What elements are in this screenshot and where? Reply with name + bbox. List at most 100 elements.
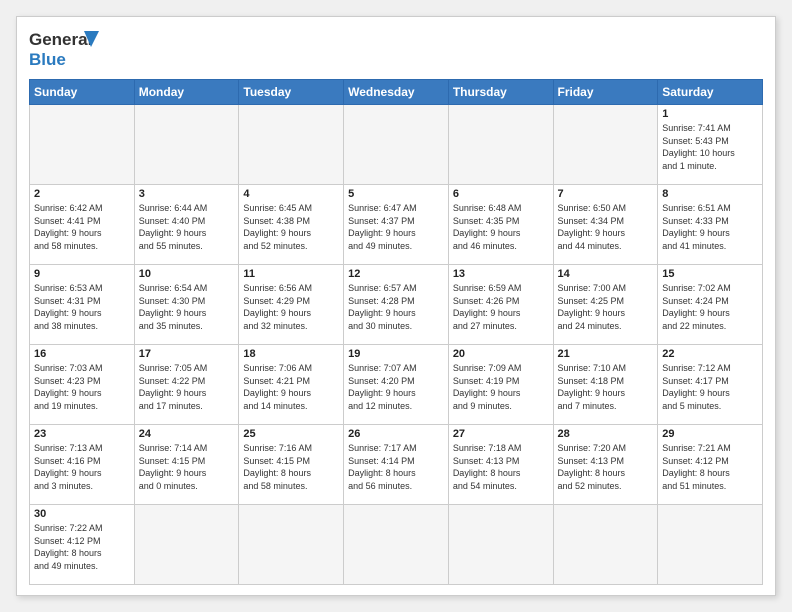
calendar-week-row: 1 Sunrise: 7:41 AM Sunset: 5:43 PM Daylig…	[30, 105, 763, 185]
day-number: 1	[662, 108, 758, 120]
calendar-cell: 10 Sunrise: 6:54 AM Sunset: 4:30 PM Dayli…	[134, 265, 239, 345]
calendar-cell: 19Sunrise: 7:07 AM Sunset: 4:20 PM Dayli…	[344, 345, 449, 425]
day-number: 3	[139, 188, 235, 200]
day-info: Sunrise: 6:57 AM Sunset: 4:28 PM Dayligh…	[348, 282, 444, 332]
header-section: GeneralBlue	[29, 27, 763, 71]
day-number: 18	[243, 348, 339, 360]
day-info: Sunrise: 7:02 AM Sunset: 4:24 PM Dayligh…	[662, 282, 758, 332]
day-number: 8	[662, 188, 758, 200]
day-number: 24	[139, 428, 235, 440]
calendar-cell	[239, 505, 344, 585]
day-number: 11	[243, 268, 339, 280]
day-info: Sunrise: 6:59 AM Sunset: 4:26 PM Dayligh…	[453, 282, 549, 332]
day-number: 14	[558, 268, 654, 280]
weekday-header-monday: Monday	[134, 80, 239, 105]
day-number: 4	[243, 188, 339, 200]
day-info: Sunrise: 7:17 AM Sunset: 4:14 PM Dayligh…	[348, 442, 444, 492]
day-info: Sunrise: 7:41 AM Sunset: 5:43 PM Dayligh…	[662, 122, 758, 172]
calendar-cell: 24Sunrise: 7:14 AM Sunset: 4:15 PM Dayli…	[134, 425, 239, 505]
calendar-table: SundayMondayTuesdayWednesdayThursdayFrid…	[29, 79, 763, 585]
day-info: Sunrise: 7:13 AM Sunset: 4:16 PM Dayligh…	[34, 442, 130, 492]
day-number: 10	[139, 268, 235, 280]
day-number: 26	[348, 428, 444, 440]
day-number: 22	[662, 348, 758, 360]
day-info: Sunrise: 6:56 AM Sunset: 4:29 PM Dayligh…	[243, 282, 339, 332]
weekday-header-wednesday: Wednesday	[344, 80, 449, 105]
calendar-cell	[134, 105, 239, 185]
calendar-cell	[134, 505, 239, 585]
day-number: 27	[453, 428, 549, 440]
calendar-cell: 28 Sunrise: 7:20 AM Sunset: 4:13 PM Dayli…	[553, 425, 658, 505]
calendar-cell: 16 Sunrise: 7:03 AM Sunset: 4:23 PM Dayli…	[30, 345, 135, 425]
day-info: Sunrise: 7:10 AM Sunset: 4:18 PM Dayligh…	[558, 362, 654, 412]
calendar-cell: 9 Sunrise: 6:53 AM Sunset: 4:31 PM Daylig…	[30, 265, 135, 345]
calendar-cell	[448, 105, 553, 185]
calendar-cell	[658, 505, 763, 585]
day-number: 20	[453, 348, 549, 360]
calendar-cell	[344, 105, 449, 185]
day-number: 28	[558, 428, 654, 440]
calendar-cell: 29Sunrise: 7:21 AM Sunset: 4:12 PM Dayli…	[658, 425, 763, 505]
calendar-cell: 23Sunrise: 7:13 AM Sunset: 4:16 PM Dayli…	[30, 425, 135, 505]
weekday-header-friday: Friday	[553, 80, 658, 105]
day-info: Sunrise: 6:53 AM Sunset: 4:31 PM Dayligh…	[34, 282, 130, 332]
day-info: Sunrise: 6:51 AM Sunset: 4:33 PM Dayligh…	[662, 202, 758, 252]
calendar-cell: 20 Sunrise: 7:09 AM Sunset: 4:19 PM Dayli…	[448, 345, 553, 425]
calendar-cell: 8 Sunrise: 6:51 AM Sunset: 4:33 PM Daylig…	[658, 185, 763, 265]
day-info: Sunrise: 7:05 AM Sunset: 4:22 PM Dayligh…	[139, 362, 235, 412]
calendar-cell: 25Sunrise: 7:16 AM Sunset: 4:15 PM Dayli…	[239, 425, 344, 505]
day-info: Sunrise: 7:03 AM Sunset: 4:23 PM Dayligh…	[34, 362, 130, 412]
day-number: 7	[558, 188, 654, 200]
calendar-cell: 21 Sunrise: 7:10 AM Sunset: 4:18 PM Dayli…	[553, 345, 658, 425]
day-number: 12	[348, 268, 444, 280]
calendar-cell: 26 Sunrise: 7:17 AM Sunset: 4:14 PM Dayli…	[344, 425, 449, 505]
logo-area: GeneralBlue	[29, 27, 109, 71]
calendar-cell: 15 Sunrise: 7:02 AM Sunset: 4:24 PM Dayli…	[658, 265, 763, 345]
day-info: Sunrise: 7:00 AM Sunset: 4:25 PM Dayligh…	[558, 282, 654, 332]
calendar-cell: 1 Sunrise: 7:41 AM Sunset: 5:43 PM Daylig…	[658, 105, 763, 185]
day-number: 13	[453, 268, 549, 280]
generalblue-logo-icon: GeneralBlue	[29, 27, 109, 71]
day-info: Sunrise: 7:12 AM Sunset: 4:17 PM Dayligh…	[662, 362, 758, 412]
calendar-cell	[30, 105, 135, 185]
calendar-cell: 22 Sunrise: 7:12 AM Sunset: 4:17 PM Dayli…	[658, 345, 763, 425]
calendar-cell: 30Sunrise: 7:22 AM Sunset: 4:12 PM Dayli…	[30, 505, 135, 585]
day-number: 30	[34, 508, 130, 520]
calendar-cell: 5Sunrise: 6:47 AM Sunset: 4:37 PM Daylig…	[344, 185, 449, 265]
calendar-cell	[239, 105, 344, 185]
day-number: 15	[662, 268, 758, 280]
day-info: Sunrise: 7:09 AM Sunset: 4:19 PM Dayligh…	[453, 362, 549, 412]
calendar-week-row: 16 Sunrise: 7:03 AM Sunset: 4:23 PM Dayli…	[30, 345, 763, 425]
day-info: Sunrise: 6:42 AM Sunset: 4:41 PM Dayligh…	[34, 202, 130, 252]
calendar-week-row: 9 Sunrise: 6:53 AM Sunset: 4:31 PM Daylig…	[30, 265, 763, 345]
calendar-cell	[553, 505, 658, 585]
calendar-cell: 13 Sunrise: 6:59 AM Sunset: 4:26 PM Dayli…	[448, 265, 553, 345]
calendar-cell	[344, 505, 449, 585]
calendar-cell: 12 Sunrise: 6:57 AM Sunset: 4:28 PM Dayli…	[344, 265, 449, 345]
weekday-header-sunday: Sunday	[30, 80, 135, 105]
calendar-cell: 3Sunrise: 6:44 AM Sunset: 4:40 PM Daylig…	[134, 185, 239, 265]
weekday-header-row: SundayMondayTuesdayWednesdayThursdayFrid…	[30, 80, 763, 105]
day-number: 16	[34, 348, 130, 360]
day-number: 21	[558, 348, 654, 360]
day-info: Sunrise: 6:54 AM Sunset: 4:30 PM Dayligh…	[139, 282, 235, 332]
day-number: 9	[34, 268, 130, 280]
calendar-cell: 18Sunrise: 7:06 AM Sunset: 4:21 PM Dayli…	[239, 345, 344, 425]
day-info: Sunrise: 6:45 AM Sunset: 4:38 PM Dayligh…	[243, 202, 339, 252]
day-info: Sunrise: 6:50 AM Sunset: 4:34 PM Dayligh…	[558, 202, 654, 252]
weekday-header-saturday: Saturday	[658, 80, 763, 105]
calendar-cell	[448, 505, 553, 585]
day-number: 17	[139, 348, 235, 360]
calendar-cell: 6Sunrise: 6:48 AM Sunset: 4:35 PM Daylig…	[448, 185, 553, 265]
calendar-cell: 14 Sunrise: 7:00 AM Sunset: 4:25 PM Dayli…	[553, 265, 658, 345]
calendar-cell: 4 Sunrise: 6:45 AM Sunset: 4:38 PM Daylig…	[239, 185, 344, 265]
svg-text:General: General	[29, 30, 92, 49]
day-info: Sunrise: 7:20 AM Sunset: 4:13 PM Dayligh…	[558, 442, 654, 492]
calendar-cell: 27 Sunrise: 7:18 AM Sunset: 4:13 PM Dayli…	[448, 425, 553, 505]
day-info: Sunrise: 7:18 AM Sunset: 4:13 PM Dayligh…	[453, 442, 549, 492]
calendar-cell: 11 Sunrise: 6:56 AM Sunset: 4:29 PM Dayli…	[239, 265, 344, 345]
day-info: Sunrise: 7:21 AM Sunset: 4:12 PM Dayligh…	[662, 442, 758, 492]
calendar-container: GeneralBlue SundayMondayTuesdayWednesday…	[16, 16, 776, 596]
day-info: Sunrise: 6:47 AM Sunset: 4:37 PM Dayligh…	[348, 202, 444, 252]
svg-text:Blue: Blue	[29, 50, 66, 69]
